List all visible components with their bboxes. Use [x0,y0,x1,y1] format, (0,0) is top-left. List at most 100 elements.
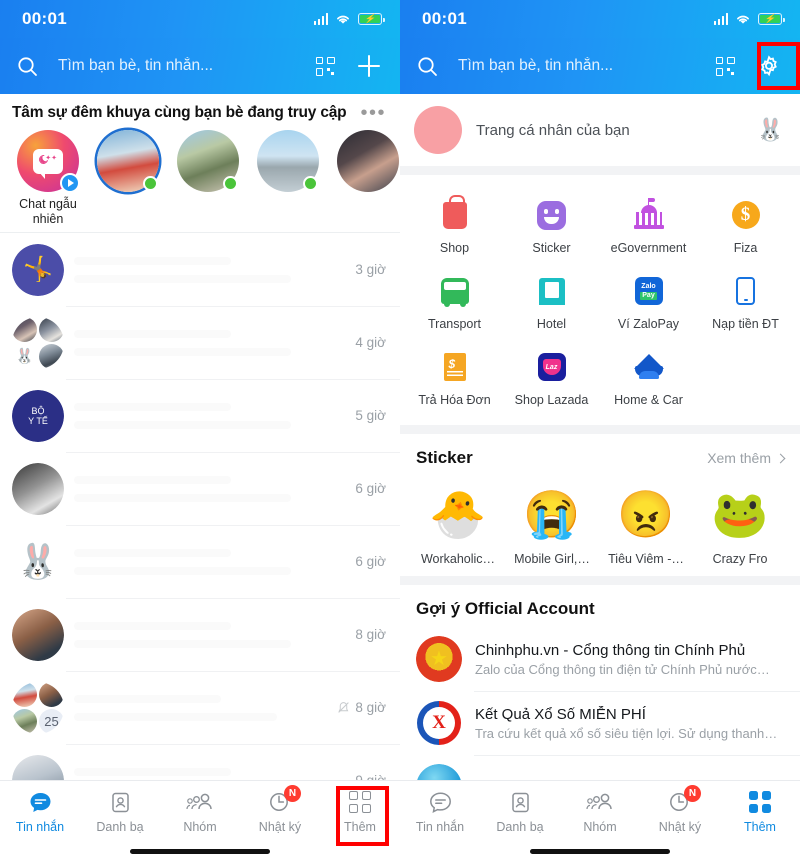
stories-strip[interactable]: ✦✦ Chat ngẫu nhiên [0,126,400,232]
chat-time: 6 giờ [355,481,386,496]
tab-nhat-ky[interactable]: N Nhật ký [240,785,320,866]
story-item[interactable] [254,130,322,226]
oa-list-item[interactable]: ★ Chinhphu.vn - Cổng thông tin Chính Phủ… [400,627,800,691]
chat-time: 8 giờ [355,627,386,642]
gear-icon[interactable] [752,49,786,83]
story-item-random-chat[interactable]: ✦✦ Chat ngẫu nhiên [14,130,82,226]
see-more-link[interactable]: Xem thêm [707,450,786,466]
app-fiza[interactable]: $ Fiza [697,189,794,265]
group-people-icon [186,789,214,815]
tab-tin-nhan[interactable]: Tin nhắn [0,789,80,866]
battery-charging-icon: ⚡ [758,13,785,25]
chat-row[interactable]: BỘ Y TẾ 5 giờ [0,379,400,452]
chat-row[interactable]: 25 8 giờ [0,671,400,744]
tab-nhat-ky[interactable]: N Nhật ký [640,785,720,866]
apps-grid[interactable]: Shop Sticker eGovernment $ Fiza Transpor… [400,175,800,425]
app-vi-zalopay[interactable]: Zalo Pay Ví ZaloPay [600,265,697,341]
app-shop[interactable]: Shop [406,189,503,265]
lottery-x-icon: X [416,700,462,746]
avatar: 🤸 [12,243,64,296]
oa-list-item[interactable]: X Kết Quả Xổ Số MIỄN PHÍ Tra cứu kết quả… [400,691,800,755]
qr-code-icon[interactable] [708,49,742,83]
ellipsis-icon[interactable]: ••• [360,103,386,123]
home-indicator [530,849,670,854]
tab-label: Danh bạ [96,820,144,834]
grid-more-icon [349,789,371,815]
chevron-right-icon [775,453,786,463]
smiley-sticker-icon [505,197,598,233]
sticker-item[interactable]: 🐣 Workaholic… [416,478,500,566]
tab-them[interactable]: Thêm [320,789,400,866]
sticker-label: Tiêu Viêm -… [608,552,684,566]
contact-card-icon [509,789,532,815]
story-item[interactable] [94,130,162,226]
qr-code-icon[interactable] [308,49,342,83]
tab-danh-ba[interactable]: Danh bạ [80,789,160,866]
dual-screenshot-container: 00:01 ⚡ Tâm sự đêm khuya cùng [0,0,800,866]
chat-row[interactable]: 🐰 6 giờ [0,525,400,598]
tab-tin-nhan[interactable]: Tin nhắn [400,789,480,866]
app-sticker[interactable]: Sticker [503,189,600,265]
app-label: Shop Lazada [514,393,589,407]
tab-badge: N [684,785,701,802]
tab-nhom[interactable]: Nhóm [160,789,240,866]
mute-icon [338,702,350,713]
app-hotel[interactable]: Hotel [503,265,600,341]
bottom-tab-bar-right[interactable]: Tin nhắn Danh bạ Nhóm N Nhật ký Thêm [400,780,800,866]
tab-them[interactable]: Thêm [720,789,800,866]
chat-row[interactable]: 🤸 3 giờ [0,233,400,306]
home-car-icon [602,349,695,385]
app-empty-slot [697,341,794,417]
chat-time-text: 8 giờ [355,700,386,715]
tab-danh-ba[interactable]: Danh bạ [480,789,560,866]
profile-row[interactable]: Trang cá nhân của bạn 🐰 [400,94,800,166]
section-divider [400,425,800,434]
sticker-label: Mobile Girl,… [514,552,590,566]
tab-nhom[interactable]: Nhóm [560,789,640,866]
oa-description: Zalo của Cổng thông tin điện tử Chính Ph… [475,661,770,677]
chat-list[interactable]: 🤸 3 giờ 🐰 4 giờ BỘ Y TẾ 5 giờ 6 giờ 🐰 6 … [0,232,400,817]
sticker-item[interactable]: 😠 Tiêu Viêm -… [604,478,688,566]
app-transport[interactable]: Transport [406,265,503,341]
chat-preview [64,621,355,648]
battery-charging-icon: ⚡ [358,13,385,25]
chat-row[interactable]: 🐰 4 giờ [0,306,400,379]
bottom-tab-bar-left[interactable]: Tin nhắn Danh bạ Nhóm N Nhật ký Thêm [0,780,400,866]
contact-card-icon [109,789,132,815]
search-icon[interactable] [10,49,44,83]
section-divider [400,576,800,585]
chat-time: 5 giờ [355,408,386,423]
right-phone-screen: 00:01 ⚡ Tìm bạn bè, tin nhắn... Trang cá… [400,0,800,866]
story-item[interactable] [174,130,242,226]
sticker-item[interactable]: 🐸 Crazy Fro [698,478,782,566]
tab-label: Nhóm [583,820,617,834]
sticker-carousel[interactable]: 🐣 Workaholic… 😭 Mobile Girl,… 😠 Tiêu Viê… [400,474,800,576]
chat-row[interactable]: 8 giờ [0,598,400,671]
chat-time: 4 giờ [355,335,386,350]
oa-name: Kết Quả Xổ Số MIỄN PHÍ [475,705,646,723]
search-bar-right [400,38,800,94]
search-input[interactable] [54,57,298,75]
chat-time: 8 giờ [337,700,386,715]
app-shop-lazada[interactable]: Laz Shop Lazada [503,341,600,417]
vietnam-emblem-icon: ★ [416,636,462,682]
app-nap-tien-dt[interactable]: Nạp tiền ĐT [697,265,794,341]
app-home-car[interactable]: Home & Car [600,341,697,417]
avatar: ✦✦ [17,130,80,193]
app-egovernment[interactable]: eGovernment [600,189,697,265]
chat-preview [64,256,355,283]
app-label: Transport [427,317,482,331]
app-tra-hoa-don[interactable]: $ Trả Hóa Đơn [406,341,503,417]
search-input[interactable] [454,57,698,75]
avatar[interactable] [414,106,462,154]
search-icon[interactable] [410,49,444,83]
status-bar-right: 00:01 ⚡ [400,0,800,38]
oa-text: Chinhphu.vn - Cổng thông tin Chính Phủ Z… [475,642,784,677]
sticker-item[interactable]: 😭 Mobile Girl,… [510,478,594,566]
oa-section-title: Gợi ý Official Account [416,599,595,618]
avatar [177,130,239,192]
online-dot [303,176,318,191]
chat-row[interactable]: 6 giờ [0,452,400,525]
plus-icon[interactable] [352,49,386,83]
story-item[interactable] [334,130,400,226]
